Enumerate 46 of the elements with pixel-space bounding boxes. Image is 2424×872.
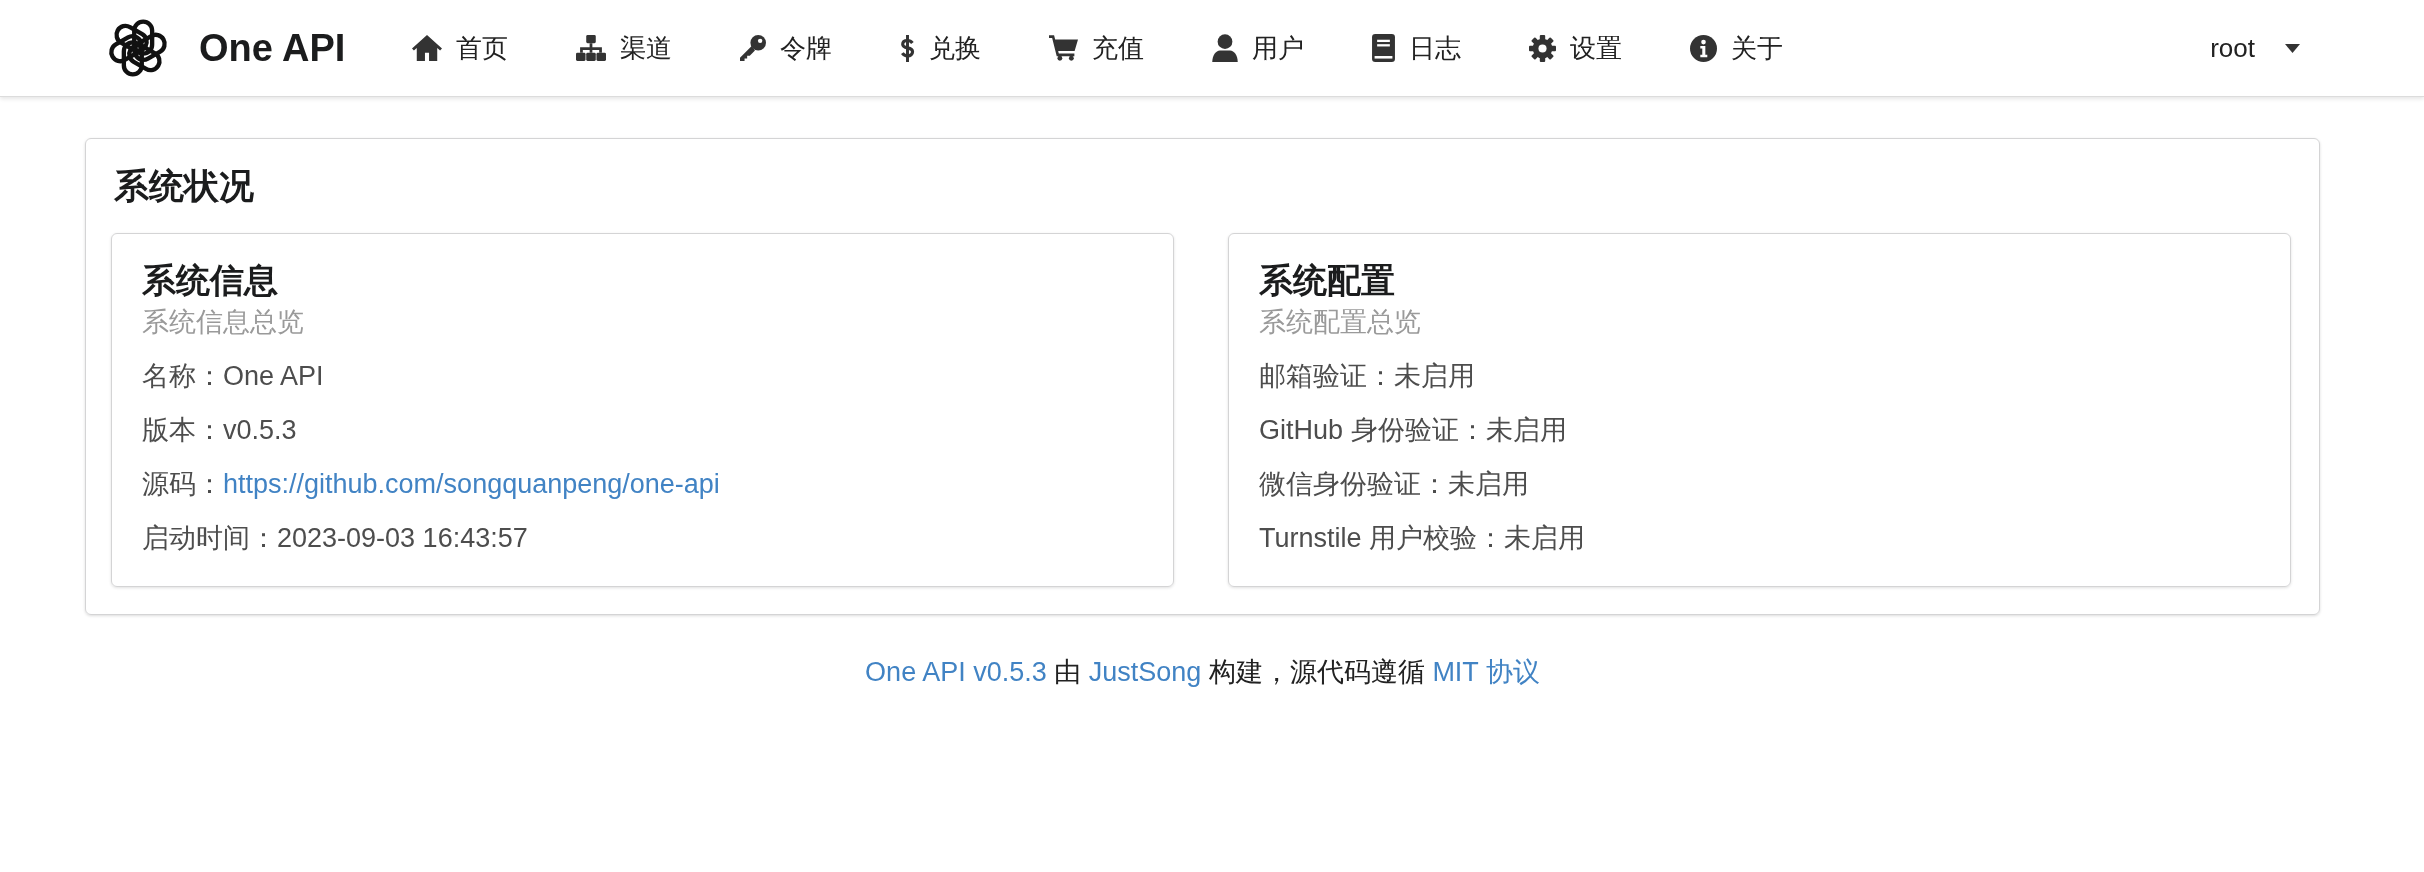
brand-name[interactable]: One API	[199, 26, 346, 70]
info-value: v0.5.3	[223, 414, 297, 447]
footer-link[interactable]: MIT 协议	[1432, 657, 1540, 687]
info-label: 版本：	[142, 414, 223, 447]
cart-icon	[1049, 35, 1079, 61]
nav-item[interactable]: 令牌	[706, 0, 867, 96]
info-value: 2023-09-03 16:43:57	[277, 522, 528, 555]
info-label: 微信身份验证：	[1259, 468, 1448, 501]
footer-link[interactable]: One API v0.5.3	[865, 657, 1047, 687]
nav-item[interactable]: 用户	[1178, 0, 1339, 96]
nav-item[interactable]: 设置	[1495, 0, 1657, 96]
nav-item[interactable]: 日志	[1338, 0, 1496, 96]
info-value: 未启用	[1485, 414, 1567, 447]
info-label: GitHub 身份验证：	[1259, 414, 1486, 447]
gear-icon	[1529, 34, 1557, 62]
caret-icon	[2285, 43, 2300, 53]
nav-item[interactable]: 首页	[378, 0, 543, 96]
user-menu[interactable]: root	[2210, 22, 2300, 74]
info-value: 未启用	[1448, 468, 1529, 501]
card-title: 系统信息	[142, 260, 279, 301]
nav-item[interactable]: 充值	[1015, 0, 1179, 96]
info-label: 名称：	[142, 360, 223, 393]
info-value: 未启用	[1394, 360, 1475, 393]
info-value: One API	[223, 360, 324, 393]
home-icon	[412, 35, 443, 61]
card-subtitle: 系统配置总览	[1259, 306, 1422, 338]
panel-title: 系统状况	[114, 165, 255, 207]
footer-link[interactable]: JustSong	[1088, 657, 1202, 687]
nav-item[interactable]: 兑换	[866, 0, 1016, 96]
dollar-icon	[900, 34, 916, 62]
nav-item[interactable]: 关于	[1656, 0, 1818, 96]
info-label: 源码：	[142, 468, 223, 501]
book-icon	[1372, 34, 1396, 62]
card-title: 系统配置	[1259, 260, 1396, 301]
source-link[interactable]: https://github.com/songquanpeng/one-api	[223, 464, 720, 504]
info-value: 未启用	[1504, 522, 1586, 555]
card-subtitle: 系统信息总览	[142, 306, 305, 338]
key-icon	[740, 35, 767, 61]
user-icon	[1212, 34, 1239, 62]
info-icon	[1690, 34, 1718, 62]
sitemap-icon	[576, 35, 607, 61]
footer-text: One API v0.5.3 由 JustSong 构建，源代码遵循 MIT 协议	[865, 656, 1540, 689]
nav-item[interactable]: 渠道	[542, 0, 707, 96]
info-label: 启动时间：	[142, 522, 277, 555]
info-label: Turnstile 用户校验：	[1259, 522, 1505, 555]
info-label: 邮箱验证：	[1259, 360, 1394, 393]
